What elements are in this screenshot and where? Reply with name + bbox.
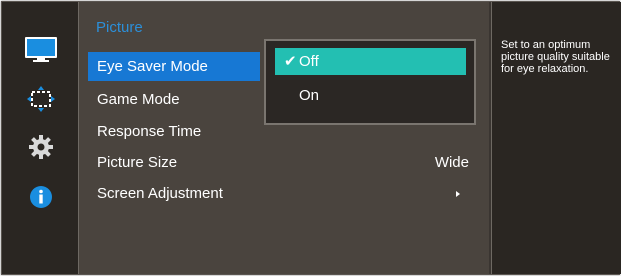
option-label: Off xyxy=(299,53,319,70)
onscreen-display-icon[interactable] xyxy=(24,85,58,113)
menu-item-label: Response Time xyxy=(97,123,202,140)
sidebar xyxy=(2,2,79,274)
menu-item-label: Screen Adjustment xyxy=(97,185,223,202)
option-label: On xyxy=(299,87,320,104)
menu-item-screen-adjustment[interactable]: Screen Adjustment xyxy=(88,179,260,208)
menu-item-label: Picture Size xyxy=(97,154,178,171)
help-text: Set to an optimum picture quality suitab… xyxy=(501,39,610,75)
menu-item-label: Eye Saver Mode xyxy=(97,58,208,75)
option-off[interactable]: ✔ Off xyxy=(275,48,466,75)
menu-item-eye-saver-mode[interactable]: Eye Saver Mode xyxy=(88,52,260,81)
eye-saver-mode-popup: ✔ Off On xyxy=(264,39,476,125)
menu-item-label: Game Mode xyxy=(97,91,180,108)
picture-size-value: Wide xyxy=(434,154,469,171)
submenu-arrow-icon xyxy=(456,191,460,197)
menu-item-picture-size[interactable]: Picture Size xyxy=(88,148,260,177)
option-on[interactable]: On xyxy=(275,82,466,109)
menu-item-game-mode[interactable]: Game Mode xyxy=(88,85,260,114)
gear-icon[interactable] xyxy=(24,133,58,161)
info-icon[interactable] xyxy=(24,183,58,211)
osd-menu: Picture Eye Saver Mode Game Mode Respons… xyxy=(1,1,621,275)
help-panel: Set to an optimum picture quality suitab… xyxy=(491,2,621,274)
menu-item-response-time[interactable]: Response Time xyxy=(88,117,260,146)
main-menu-panel: Picture Eye Saver Mode Game Mode Respons… xyxy=(79,2,489,274)
checkmark-icon: ✔ xyxy=(284,53,297,70)
category-title: Picture xyxy=(96,19,143,36)
picture-icon[interactable] xyxy=(24,36,58,64)
